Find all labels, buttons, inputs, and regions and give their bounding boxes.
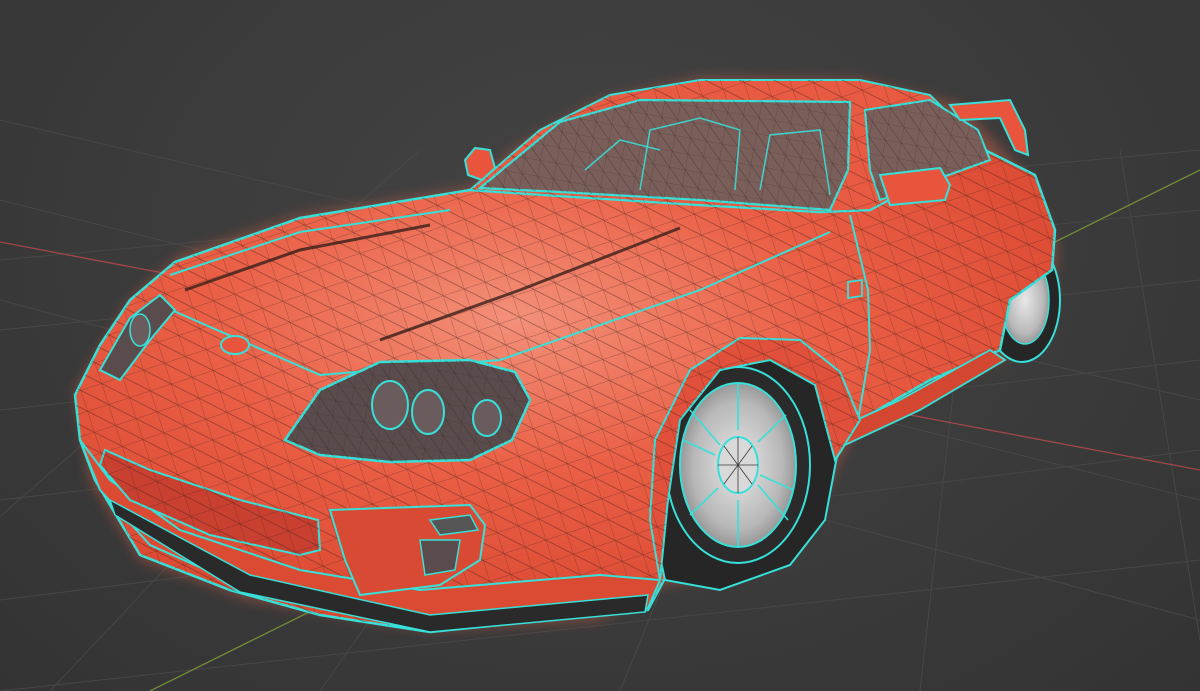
3d-viewport[interactable] [0, 0, 1200, 691]
car-mesh[interactable] [73, 78, 1061, 634]
right-mirror [878, 166, 952, 207]
front-badge [220, 335, 250, 355]
viewport-scene[interactable] [0, 0, 1200, 691]
door-handle [847, 278, 863, 300]
